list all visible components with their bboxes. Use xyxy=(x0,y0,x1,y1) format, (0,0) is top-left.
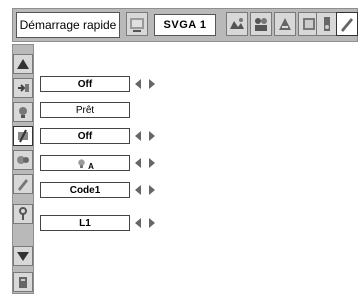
adjust-arrows-1[interactable] xyxy=(135,76,155,92)
setting-value-5[interactable]: Code1 xyxy=(40,182,130,198)
setting-icon[interactable] xyxy=(13,126,33,146)
setting-value-6[interactable]: L1 xyxy=(40,215,130,231)
mode-label: SVGA 1 xyxy=(154,14,216,36)
screen-icon[interactable] xyxy=(274,12,296,36)
right-arrow-icon[interactable] xyxy=(149,218,155,228)
lamp-icon[interactable] xyxy=(13,102,33,122)
adjust-arrows-4[interactable] xyxy=(135,155,155,171)
setting-value-4[interactable]: A xyxy=(40,155,130,171)
image-adjust-icon[interactable] xyxy=(250,12,272,36)
left-arrow-icon[interactable] xyxy=(135,131,141,141)
quick-start-icon[interactable] xyxy=(126,12,148,36)
lamp-icon xyxy=(78,158,85,168)
left-arrow-icon[interactable] xyxy=(135,185,141,195)
setting-icon[interactable] xyxy=(336,12,358,36)
right-arrow-icon[interactable] xyxy=(149,79,155,89)
left-arrow-icon[interactable] xyxy=(135,158,141,168)
adjust-arrows-5[interactable] xyxy=(135,182,155,198)
key-icon[interactable] xyxy=(13,204,33,224)
pc-system-icon[interactable] xyxy=(13,174,33,194)
input-icon[interactable] xyxy=(13,78,33,98)
image-select-icon[interactable] xyxy=(226,12,248,36)
left-arrow-icon[interactable] xyxy=(135,79,141,89)
adjust-arrows-6[interactable] xyxy=(135,215,155,231)
adjust-arrows-3[interactable] xyxy=(135,128,155,144)
info-icon[interactable] xyxy=(13,272,33,292)
down-arrow-icon[interactable] xyxy=(13,246,33,266)
left-arrow-icon[interactable] xyxy=(135,218,141,228)
right-arrow-icon[interactable] xyxy=(149,158,155,168)
right-arrow-icon[interactable] xyxy=(149,131,155,141)
expand-icon[interactable] xyxy=(13,150,33,170)
speaker-icon[interactable] xyxy=(316,12,338,36)
setting-value-3[interactable]: Off xyxy=(40,128,130,144)
setting-value-4-label: A xyxy=(88,161,94,171)
setting-value-1[interactable]: Off xyxy=(40,76,130,92)
setting-value-2[interactable]: Prêt xyxy=(40,102,130,118)
right-arrow-icon[interactable] xyxy=(149,185,155,195)
up-arrow-icon[interactable] xyxy=(13,54,33,74)
menu-title: Démarrage rapide xyxy=(16,12,120,38)
